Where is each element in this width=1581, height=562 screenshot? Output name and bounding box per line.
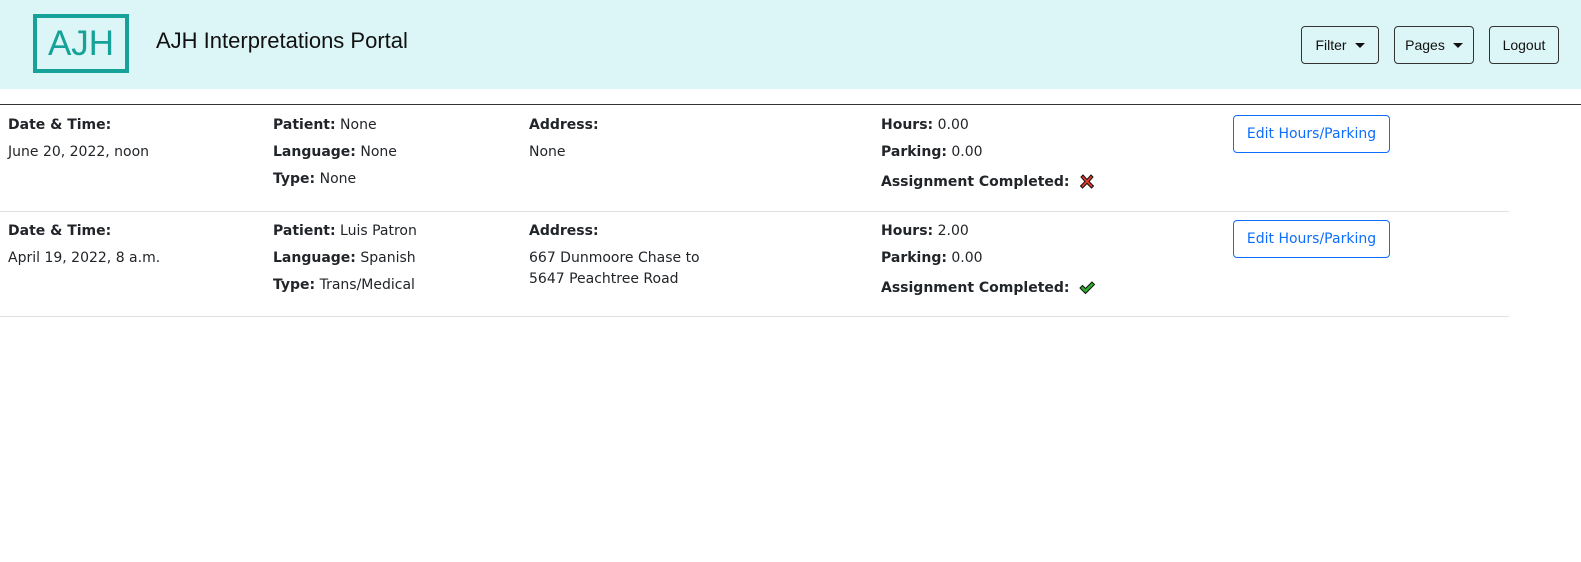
logo: AJH [33,14,129,73]
patient-info-cell: Patient: None Language: None Type: None [273,115,397,189]
address-line2: 5647 Peachtree Road [529,271,679,287]
logout-button[interactable]: Logout [1489,26,1559,64]
x-mark-icon [1079,174,1095,189]
completed-label: Assignment Completed: [881,280,1070,296]
parking-label: Parking: [881,144,947,160]
page-title: AJH Interpretations Portal [156,28,408,53]
filter-label: Filter [1315,37,1347,53]
hours-value: 0.00 [937,117,969,133]
completed-label: Assignment Completed: [881,174,1070,190]
type-label: Type: [273,277,316,293]
language-label: Language: [273,250,356,266]
patient-label: Patient: [273,117,336,133]
parking-value: 0.00 [951,250,983,266]
edit-hours-parking-button[interactable]: Edit Hours/Parking [1233,220,1390,258]
assignment-row: Date & Time: April 19, 2022, 8 a.m. Pati… [0,212,1509,317]
caret-down-icon [1452,42,1463,48]
type-value: None [319,171,357,187]
address-cell: Address: None [529,115,599,162]
datetime-cell: Date & Time: June 20, 2022, noon [8,115,149,162]
datetime-label: Date & Time: [8,117,112,133]
filter-dropdown-button[interactable]: Filter [1301,26,1379,64]
edit-hours-parking-button[interactable]: Edit Hours/Parking [1233,115,1390,153]
header-bar: AJH AJH Interpretations Portal Filter Pa… [0,0,1581,89]
patient-info-cell: Patient: Luis Patron Language: Spanish T… [273,221,417,295]
hours-label: Hours: [881,223,934,239]
assignment-row: Date & Time: June 20, 2022, noon Patient… [0,105,1509,212]
address-line1: None [529,144,566,160]
datetime-value: April 19, 2022, 8 a.m. [8,250,161,266]
caret-down-icon [1354,42,1365,48]
datetime-label: Date & Time: [8,223,112,239]
address-line1: 667 Dunmoore Chase to [529,250,700,266]
language-value: None [360,144,397,160]
address-label: Address: [529,223,599,239]
datetime-value: June 20, 2022, noon [8,144,150,160]
check-mark-icon [1079,281,1096,295]
patient-value: None [340,117,377,133]
hours-cell: Hours: 2.00 Parking: 0.00 Assignment Com… [881,221,1096,298]
pages-label: Pages [1405,37,1445,53]
address-label: Address: [529,117,599,133]
type-value: Trans/Medical [319,277,415,293]
patient-value: Luis Patron [340,223,417,239]
address-cell: Address: 667 Dunmoore Chase to 5647 Peac… [529,221,700,289]
language-value: Spanish [360,250,416,266]
hours-value: 2.00 [937,223,969,239]
parking-value: 0.00 [951,144,983,160]
parking-label: Parking: [881,250,947,266]
datetime-cell: Date & Time: April 19, 2022, 8 a.m. [8,221,160,268]
hours-cell: Hours: 0.00 Parking: 0.00 Assignment Com… [881,115,1096,192]
hours-label: Hours: [881,117,934,133]
language-label: Language: [273,144,356,160]
patient-label: Patient: [273,223,336,239]
pages-dropdown-button[interactable]: Pages [1394,26,1474,64]
type-label: Type: [273,171,316,187]
logout-label: Logout [1502,37,1546,53]
